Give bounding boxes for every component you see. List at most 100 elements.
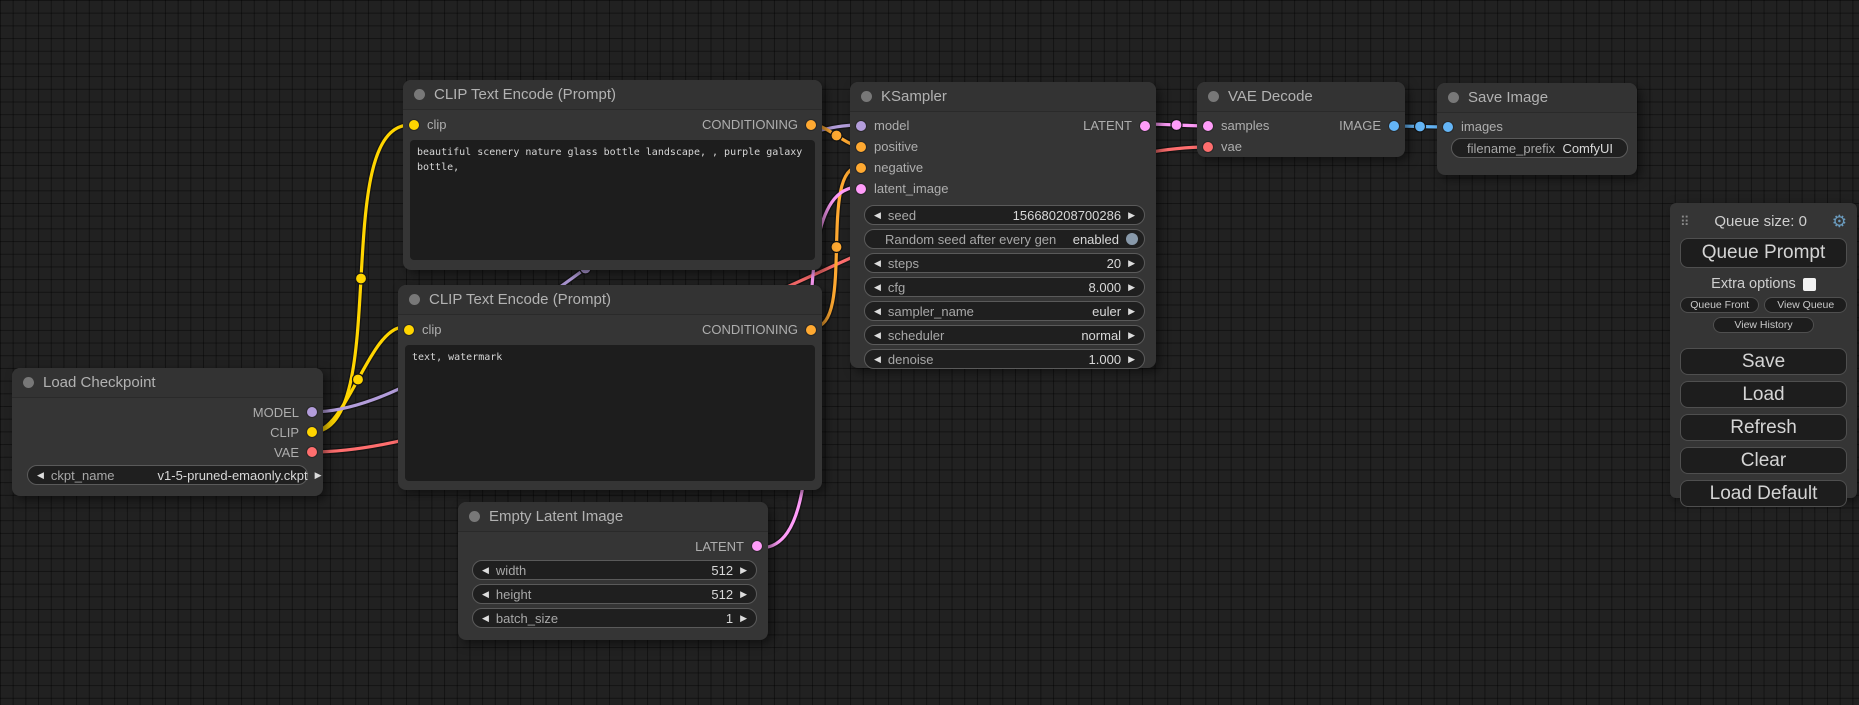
node-empty-latent-image[interactable]: Empty Latent Image LATENT ◀ width 512 ▶ … [458,502,768,640]
filename-prefix-widget[interactable]: filename_prefix ComfyUI [1451,138,1628,158]
refresh-button[interactable]: Refresh [1680,414,1847,441]
vae-input-port[interactable] [1203,142,1213,152]
clear-button[interactable]: Clear [1680,447,1847,474]
decrement-arrow-icon[interactable]: ◀ [874,211,881,220]
clip-input-port[interactable] [404,325,414,335]
samples-input-port[interactable] [1203,121,1213,131]
node-title-bar[interactable]: CLIP Text Encode (Prompt) [398,285,822,315]
drag-handle-icon[interactable]: ⠿ [1680,215,1690,228]
save-button[interactable]: Save [1680,348,1847,375]
node-title-bar[interactable]: KSampler [850,82,1156,112]
decrement-arrow-icon[interactable]: ◀ [874,259,881,268]
slot-label: CLIP [270,425,299,440]
load-button[interactable]: Load [1680,381,1847,408]
view-history-button[interactable]: View History [1713,317,1813,333]
decrement-arrow-icon[interactable]: ◀ [874,283,881,292]
negative-prompt-textarea[interactable]: text, watermark [405,345,815,481]
image-output-port[interactable] [1389,121,1399,131]
decrement-arrow-icon[interactable]: ◀ [874,331,881,340]
node-clip-text-encode-positive[interactable]: CLIP Text Encode (Prompt) clip CONDITION… [403,80,822,270]
node-title: Empty Latent Image [489,508,623,525]
conditioning-output-port[interactable] [806,325,816,335]
model-input-port[interactable] [856,121,866,131]
node-collapse-dot[interactable] [1208,91,1219,102]
decrement-arrow-icon[interactable]: ◀ [37,471,44,480]
view-queue-button[interactable]: View Queue [1764,297,1847,313]
latent-output-port[interactable] [752,541,762,551]
node-collapse-dot[interactable] [23,377,34,388]
denoise-widget[interactable]: ◀ denoise 1.000 ▶ [864,349,1145,369]
queue-front-button[interactable]: Queue Front [1680,297,1759,313]
node-collapse-dot[interactable] [409,294,420,305]
node-save-image[interactable]: Save Image images filename_prefix ComfyU… [1437,83,1637,175]
link-dot [1415,121,1426,132]
batch-size-widget[interactable]: ◀ batch_size 1 ▶ [472,608,757,628]
decrement-arrow-icon[interactable]: ◀ [874,307,881,316]
positive-input-port[interactable] [856,142,866,152]
node-collapse-dot[interactable] [1448,92,1459,103]
extra-options-label: Extra options [1711,276,1796,292]
images-input-port[interactable] [1443,122,1453,132]
clip-output-port[interactable] [307,427,317,437]
toggle-on-icon[interactable] [1126,233,1138,245]
increment-arrow-icon[interactable]: ▶ [1128,259,1135,268]
link-dot [831,242,842,253]
steps-widget[interactable]: ◀ steps 20 ▶ [864,253,1145,273]
increment-arrow-icon[interactable]: ▶ [1128,307,1135,316]
positive-prompt-textarea[interactable]: beautiful scenery nature glass bottle la… [410,140,815,260]
negative-input-port[interactable] [856,163,866,173]
node-graph-canvas[interactable]: Load Checkpoint MODEL CLIP VAE ◀ ckpt_na… [0,0,1859,705]
increment-arrow-icon[interactable]: ▶ [740,566,747,575]
node-collapse-dot[interactable] [414,89,425,100]
node-title: KSampler [881,88,947,105]
vae-output-port[interactable] [307,447,317,457]
node-collapse-dot[interactable] [861,91,872,102]
ckpt-name-widget[interactable]: ◀ ckpt_name v1-5-pruned-emaonly.ckpt ▶ [27,465,308,485]
node-ksampler[interactable]: KSampler model LATENT positive negative [850,82,1156,368]
latent-output-port[interactable] [1140,121,1150,131]
increment-arrow-icon[interactable]: ▶ [740,614,747,623]
clip-input-port[interactable] [409,120,419,130]
increment-arrow-icon[interactable]: ▶ [1128,331,1135,340]
node-title-bar[interactable]: Empty Latent Image [458,502,768,532]
slot-label: IMAGE [1339,118,1381,133]
decrement-arrow-icon[interactable]: ◀ [482,614,489,623]
scheduler-widget[interactable]: ◀ scheduler normal ▶ [864,325,1145,345]
model-output-port[interactable] [307,407,317,417]
node-title-bar[interactable]: CLIP Text Encode (Prompt) [403,80,822,110]
node-clip-text-encode-negative[interactable]: CLIP Text Encode (Prompt) clip CONDITION… [398,285,822,490]
seed-widget[interactable]: ◀ seed 156680208700286 ▶ [864,205,1145,225]
cfg-widget[interactable]: ◀ cfg 8.000 ▶ [864,277,1145,297]
increment-arrow-icon[interactable]: ▶ [315,471,322,480]
queue-menu-panel: ⠿ Queue size: 0 ⚙ Queue Prompt Extra opt… [1670,203,1857,498]
extra-options-checkbox[interactable] [1803,278,1816,291]
node-vae-decode[interactable]: VAE Decode samples IMAGE vae [1197,82,1405,157]
slot-label: LATENT [1083,118,1132,133]
slot-label: model [874,118,909,133]
decrement-arrow-icon[interactable]: ◀ [874,355,881,364]
width-widget[interactable]: ◀ width 512 ▶ [472,560,757,580]
increment-arrow-icon[interactable]: ▶ [1128,211,1135,220]
latent-image-input-port[interactable] [856,184,866,194]
increment-arrow-icon[interactable]: ▶ [1128,283,1135,292]
decrement-arrow-icon[interactable]: ◀ [482,590,489,599]
load-default-button[interactable]: Load Default [1680,480,1847,507]
increment-arrow-icon[interactable]: ▶ [740,590,747,599]
conditioning-output-port[interactable] [806,120,816,130]
decrement-arrow-icon[interactable]: ◀ [482,566,489,575]
node-load-checkpoint[interactable]: Load Checkpoint MODEL CLIP VAE ◀ ckpt_na… [12,368,323,496]
slot-label: VAE [274,445,299,460]
sampler-name-widget[interactable]: ◀ sampler_name euler ▶ [864,301,1145,321]
node-title-bar[interactable]: Save Image [1437,83,1637,113]
queue-prompt-button[interactable]: Queue Prompt [1680,238,1847,268]
random-seed-toggle-widget[interactable]: Random seed after every gen enabled [864,229,1145,249]
slot-label: clip [422,322,442,337]
settings-gear-icon[interactable]: ⚙ [1832,213,1847,230]
increment-arrow-icon[interactable]: ▶ [1128,355,1135,364]
node-title-bar[interactable]: VAE Decode [1197,82,1405,112]
node-title: VAE Decode [1228,88,1313,105]
node-collapse-dot[interactable] [469,511,480,522]
slot-label: vae [1221,139,1242,154]
height-widget[interactable]: ◀ height 512 ▶ [472,584,757,604]
node-title-bar[interactable]: Load Checkpoint [12,368,323,398]
